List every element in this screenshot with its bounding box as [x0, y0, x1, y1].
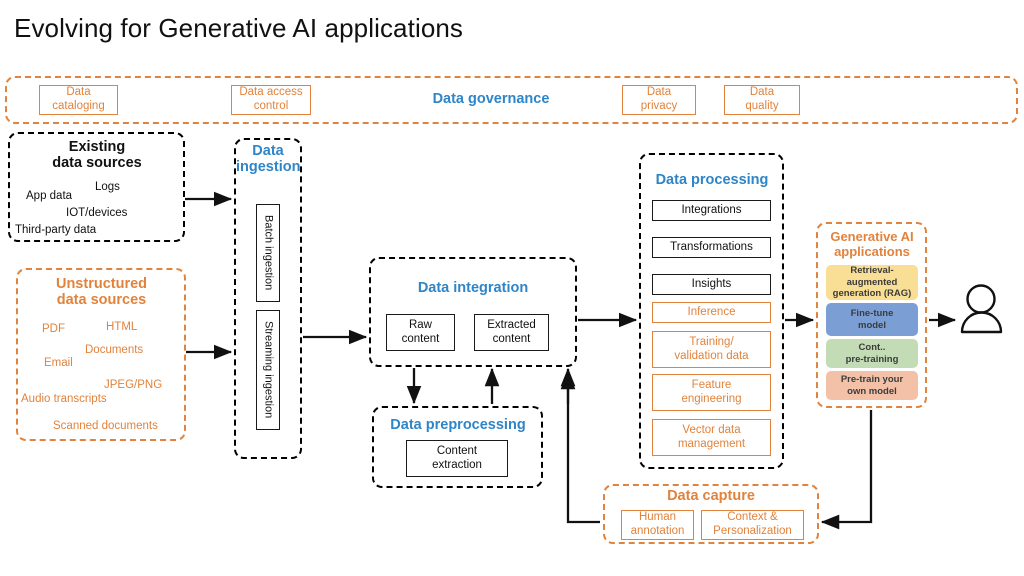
connector-arrows — [185, 191, 957, 530]
diagram-canvas: Evolving for Generative AI applications … — [0, 0, 1024, 576]
